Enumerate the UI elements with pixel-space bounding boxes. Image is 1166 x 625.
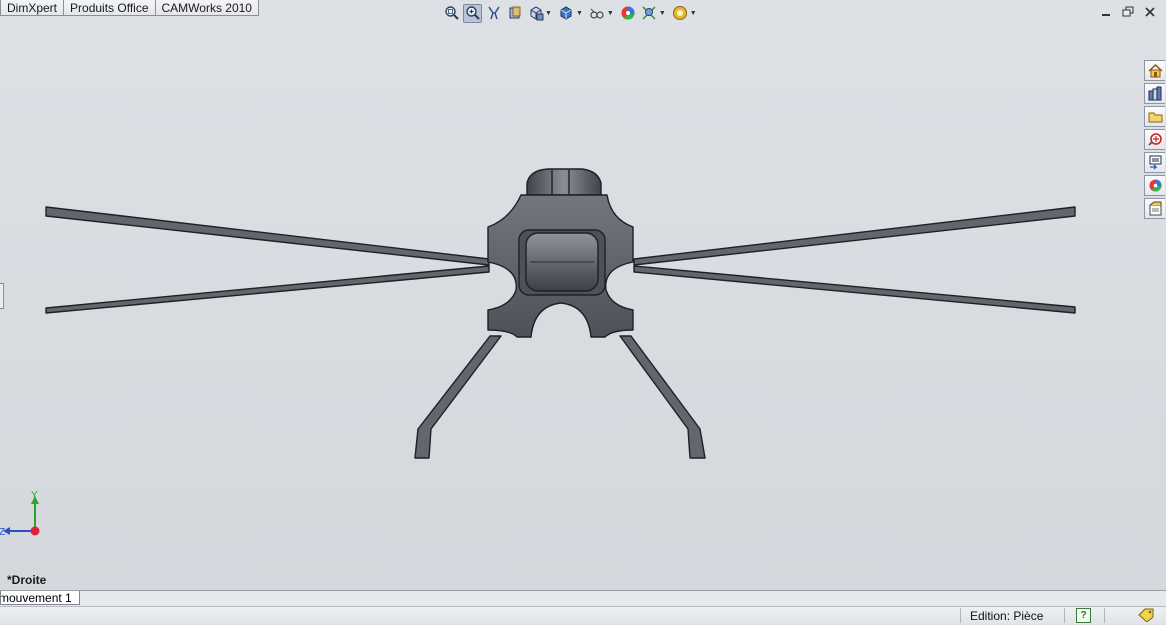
view-orientation-label: *Droite	[7, 573, 47, 587]
arm-rear-right	[633, 265, 1076, 314]
motion-study-label: mouvement 1	[0, 591, 72, 605]
arm-front-left	[45, 206, 490, 266]
status-bar: Edition: Pièce ?	[0, 606, 1166, 624]
reference-triad: Y Z	[0, 490, 40, 538]
model-motion-tabs: mouvement 1	[0, 590, 1166, 606]
help-icon[interactable]: ?	[1076, 608, 1091, 623]
landing-leg-left	[414, 335, 502, 459]
arm-rear-left	[45, 265, 490, 314]
triad-y-label: Y	[31, 490, 38, 501]
top-dome	[526, 168, 602, 196]
tag-icon[interactable]	[1138, 608, 1154, 625]
edit-mode-status: Edition: Pièce	[970, 609, 1044, 623]
landing-leg-right	[619, 335, 706, 459]
status-separator	[960, 608, 961, 623]
status-separator	[1064, 608, 1065, 623]
triad-z-label: Z	[0, 527, 5, 538]
arm-front-right	[633, 206, 1076, 266]
status-separator	[1104, 608, 1105, 623]
tab-motion-study[interactable]: mouvement 1	[0, 591, 80, 605]
model-graphic[interactable]	[0, 0, 1166, 592]
